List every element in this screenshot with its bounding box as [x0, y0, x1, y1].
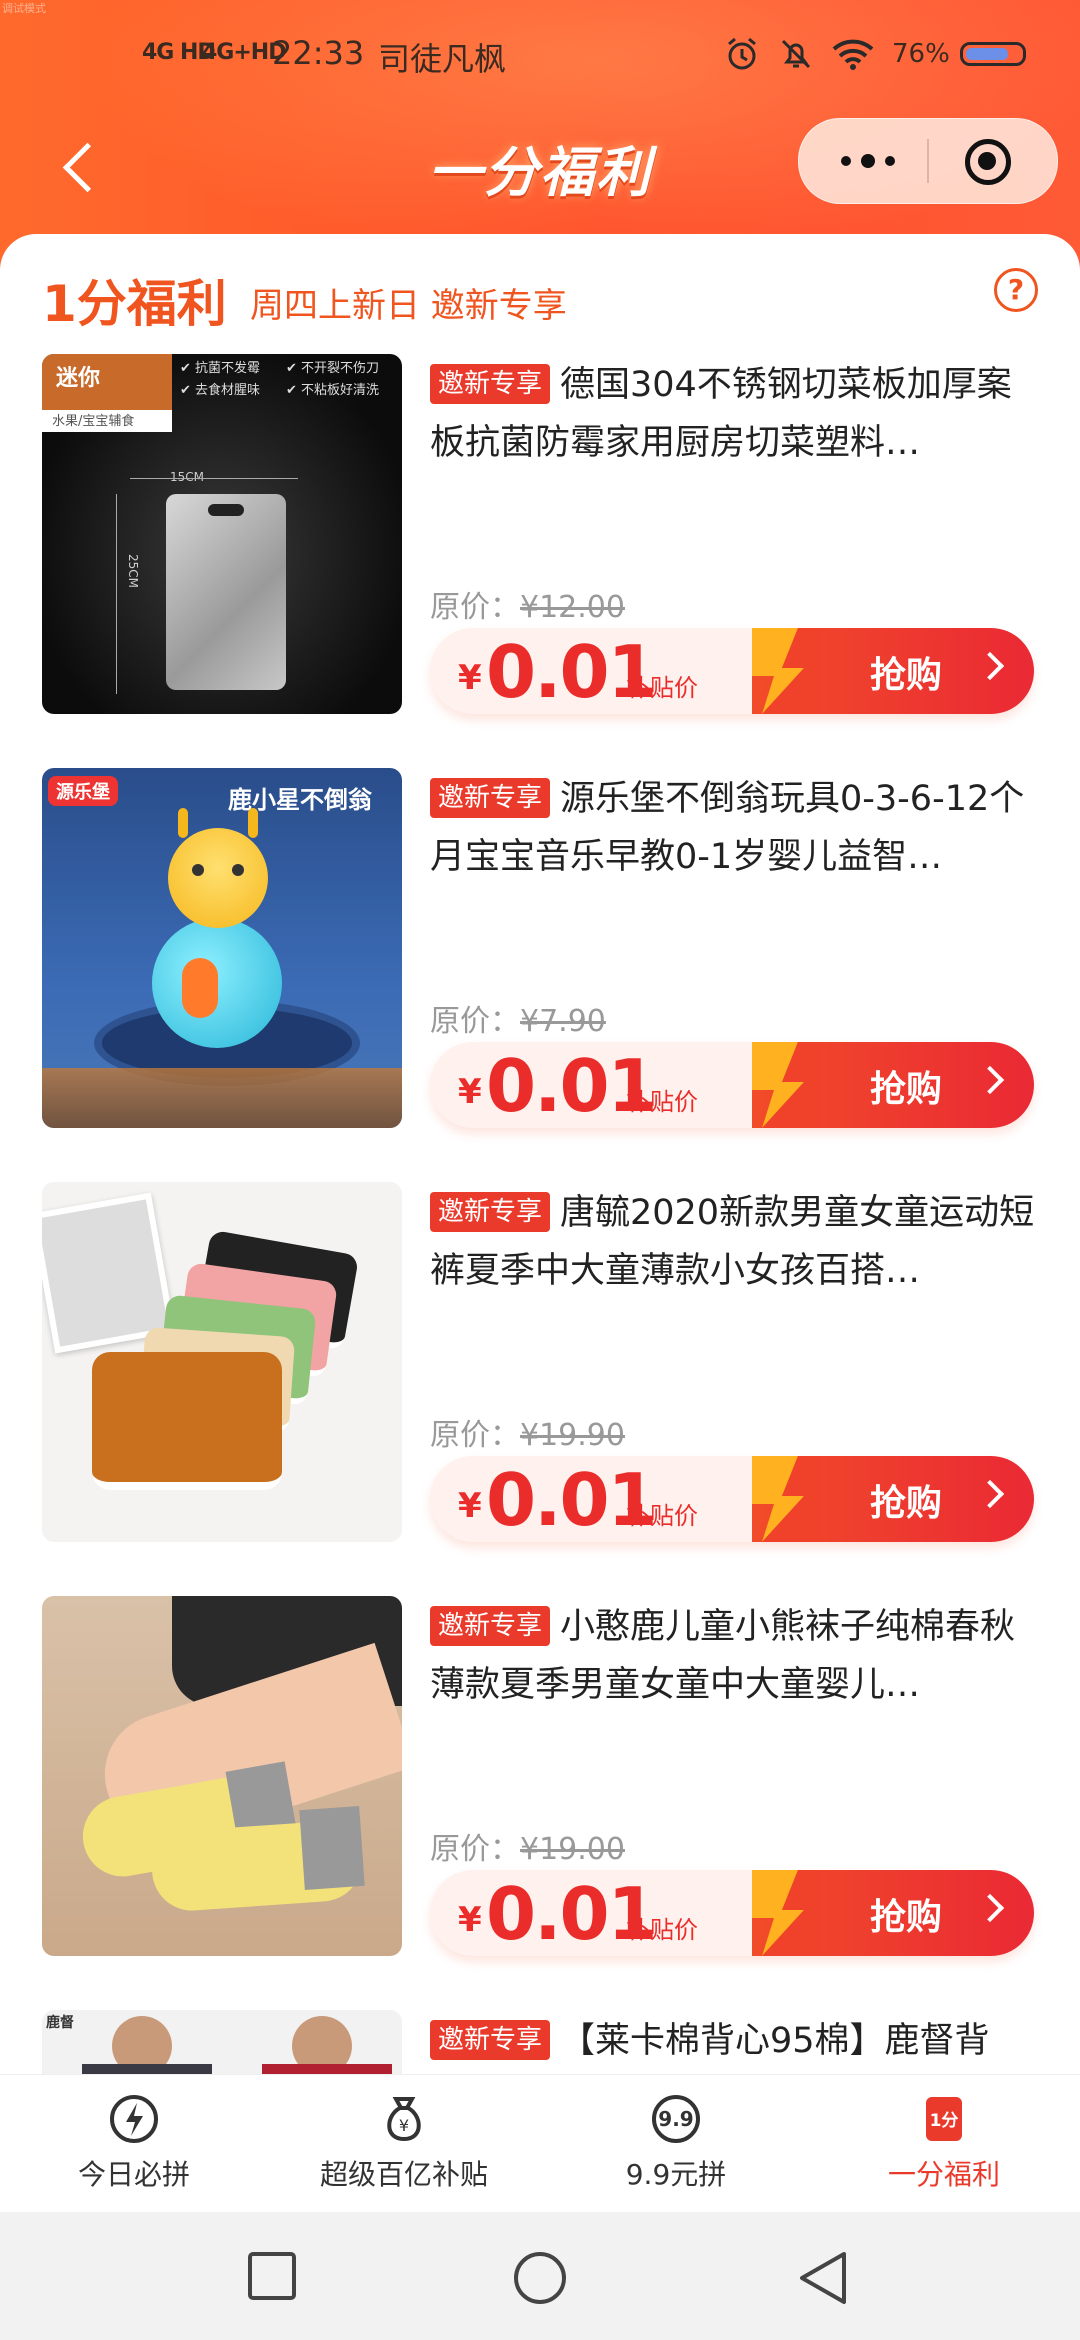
buy-button[interactable]: ¥ 0.01 补贴价 抢购 [430, 1870, 1034, 1956]
price-note: 补贴价 [626, 674, 698, 702]
original-price: 原价：¥19.90 [430, 1418, 625, 1453]
image-features-2: ✔ 不开裂不伤刀 ✔ 不粘板好清洗 [286, 361, 380, 398]
debug-mode-tag: 调试模式 [2, 2, 46, 15]
original-price: 原价：¥12.00 [430, 590, 625, 625]
miniprogram-capsule [798, 118, 1058, 204]
lightning-icon [752, 1870, 822, 1956]
price-currency: ¥ [458, 658, 482, 698]
battery-percent: 76% [892, 39, 950, 69]
price-currency: ¥ [458, 1072, 482, 1112]
product-list-panel: 1分福利 周四上新日 邀新专享 ? 迷你 水果/宝宝辅食 ✔ 抗菌不发霉 ✔ 去食… [0, 234, 1080, 2074]
tab-label: 一分福利 [887, 2158, 1000, 2191]
cutting-board-shape [166, 494, 286, 690]
tab-9-9-group-buy[interactable]: 9.9 9.9元拼 [576, 2093, 776, 2203]
tab-label: 今日必拼 [77, 2158, 190, 2191]
original-price: 原价：¥19.00 [430, 1832, 625, 1867]
tab-label: 9.9元拼 [625, 2158, 727, 2191]
buy-label: 抢购 [870, 1069, 943, 1110]
shorts-shape [92, 1352, 282, 1490]
product-image-socks[interactable] [42, 1596, 402, 1956]
product-item[interactable]: 小憨鹿儿童小熊袜子纯棉春秋薄款夏季男童女童中大童婴儿… 邀新专享 原价：¥19.… [0, 1596, 1080, 1976]
svg-text:¥: ¥ [399, 2116, 409, 2135]
recent-apps-icon[interactable] [246, 2250, 298, 2302]
image-badge: 迷你 [42, 354, 172, 410]
nine-nine-icon: 9.9 [650, 2093, 702, 2145]
new-user-tag: 邀新专享 [430, 778, 551, 818]
product-image-tumbler-toy[interactable]: 源乐堡 鹿小星不倒翁 [42, 768, 402, 1128]
new-user-tag: 邀新专享 [430, 1192, 551, 1232]
money-bag-icon: ¥ [378, 2093, 430, 2145]
svg-text:1分: 1分 [930, 2111, 959, 2131]
home-icon[interactable] [512, 2250, 568, 2306]
original-price: 原价：¥7.90 [430, 1004, 606, 1039]
dot-icon [841, 156, 851, 166]
buy-button[interactable]: ¥ 0.01 补贴价 抢购 [430, 1042, 1034, 1128]
image-features: ✔ 抗菌不发霉 ✔ 去食材腥味 [180, 361, 261, 398]
price-currency: ¥ [458, 1900, 482, 1940]
lightning-icon [752, 628, 822, 714]
lightning-icon [752, 1042, 822, 1128]
bottom-tab-bar: 今日必拼 ¥ 超级百亿补贴 9.9 9.9元拼 1分 一分福利 [0, 2074, 1080, 2213]
battery-status: 76% [892, 39, 1026, 69]
svg-text:9.9: 9.9 [658, 2107, 693, 2131]
section-header: 1分福利 周四上新日 邀新专享 ? [42, 264, 1042, 334]
product-image-cutting-board[interactable]: 迷你 水果/宝宝辅食 ✔ 抗菌不发霉 ✔ 去食材腥味 ✔ 不开裂不伤刀 ✔ 不粘板好… [42, 354, 402, 714]
product-image-shorts[interactable] [42, 1182, 402, 1542]
status-time: 22:33 [272, 34, 365, 72]
section-title: 1分福利 [42, 275, 227, 333]
more-menu-button[interactable] [823, 135, 913, 187]
buy-button[interactable]: ¥ 0.01 补贴价 抢购 [430, 628, 1034, 714]
price-note: 补贴价 [626, 1088, 698, 1116]
image-brand-logo: 源乐堡 [48, 776, 118, 806]
lightning-icon [752, 1456, 822, 1542]
buy-label: 抢购 [870, 1483, 943, 1524]
toy-head [168, 828, 268, 928]
dot-icon [861, 154, 875, 168]
image-badge-sub: 水果/宝宝辅食 [42, 410, 172, 432]
help-icon[interactable]: ? [994, 268, 1038, 312]
product-item[interactable]: 唐毓2020新款男童女童运动短裤夏季中大童薄款小女孩百搭… 邀新专享 原价：¥1… [0, 1182, 1080, 1562]
image-width-label: 15CM [170, 470, 205, 484]
close-miniprogram-button[interactable] [961, 135, 1013, 187]
mute-bell-icon [781, 39, 811, 69]
new-user-tag: 邀新专享 [430, 364, 551, 404]
status-bar: 4G HD 4G+HD 22:33 司徒凡枫 76% [0, 30, 1080, 86]
product-item[interactable]: 源乐堡 鹿小星不倒翁 源乐堡不倒翁玩具0-3-6-12个月宝宝音乐早教0-1岁婴… [0, 768, 1080, 1148]
status-icons: 76% [724, 36, 1026, 72]
price-note: 补贴价 [626, 1916, 698, 1944]
buy-label: 抢购 [870, 1897, 943, 1938]
alarm-icon [728, 37, 756, 70]
image-brand-logo: 鹿督 [46, 2015, 74, 2031]
price-currency: ¥ [458, 1486, 482, 1526]
battery-icon [959, 42, 1026, 66]
product-item[interactable]: 迷你 水果/宝宝辅食 ✔ 抗菌不发霉 ✔ 去食材腥味 ✔ 不开裂不伤刀 ✔ 不粘板好… [0, 354, 1080, 734]
new-user-tag: 邀新专享 [430, 2020, 551, 2060]
back-triangle-icon[interactable] [796, 2250, 850, 2306]
system-navigation-bar [0, 2212, 1080, 2340]
buy-button[interactable]: ¥ 0.01 补贴价 抢购 [430, 1456, 1034, 1542]
capsule-divider [927, 139, 929, 183]
nav-bar: 一分福利 [0, 100, 1080, 230]
image-height-label: 25CM [126, 554, 140, 589]
tab-one-cent-welfare[interactable]: 1分 一分福利 [844, 2093, 1044, 2203]
product-item[interactable]: 鹿督 【莱卡棉背心95棉】鹿督背 邀新专享 [0, 2010, 1080, 2074]
tab-super-subsidy[interactable]: ¥ 超级百亿补贴 [304, 2093, 504, 2203]
section-subtitle: 周四上新日 邀新专享 [250, 286, 567, 326]
lightning-icon [108, 2093, 160, 2145]
status-user-name: 司徒凡枫 [378, 40, 507, 78]
tab-today-group-buy[interactable]: 今日必拼 [34, 2093, 234, 2203]
tab-label: 超级百亿补贴 [319, 2158, 488, 2191]
wifi-icon [832, 39, 874, 70]
price-note: 补贴价 [626, 1502, 698, 1530]
buy-label: 抢购 [870, 655, 943, 696]
dot-icon [885, 156, 895, 166]
one-cent-icon: 1分 [918, 2093, 970, 2145]
product-image-vest[interactable]: 鹿督 [42, 2010, 402, 2074]
new-user-tag: 邀新专享 [430, 1606, 551, 1646]
